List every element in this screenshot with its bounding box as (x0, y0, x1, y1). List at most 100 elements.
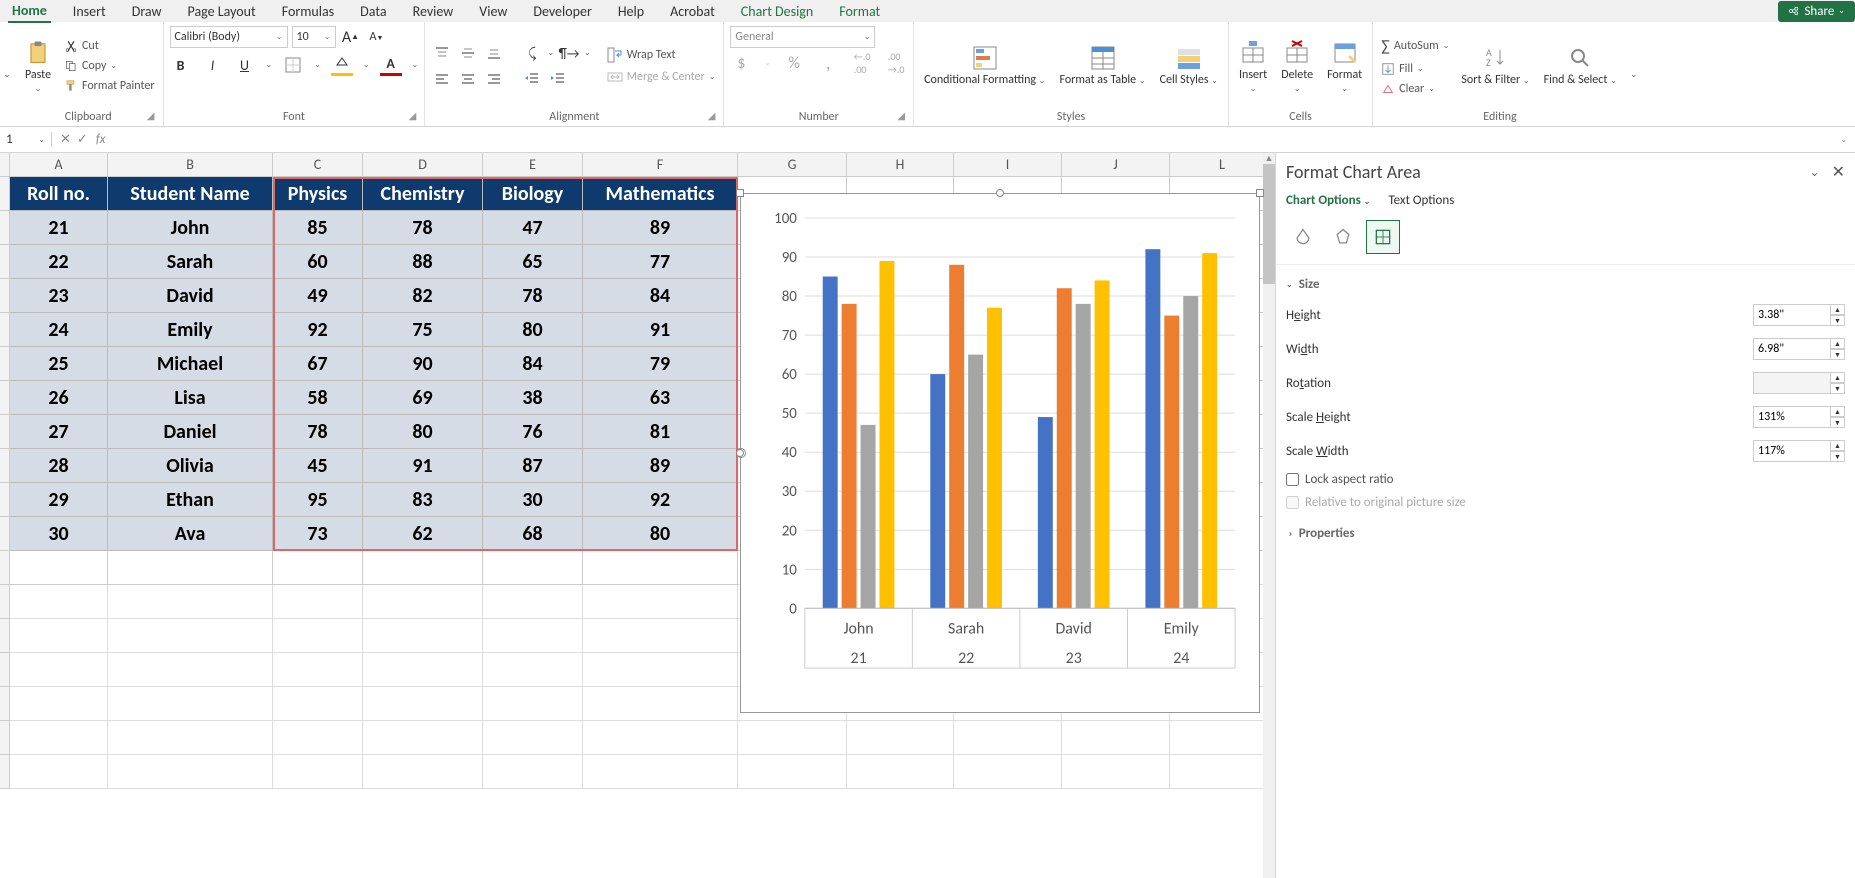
delete-cells-button[interactable]: Delete⌄ (1277, 36, 1317, 96)
sort-filter-button[interactable]: AZSort & Filter ⌄ (1457, 42, 1533, 89)
ribbon-collapse-button[interactable]: ⌄ (1627, 22, 1641, 126)
tab-format[interactable]: Format (835, 1, 884, 22)
decrease-indent-button[interactable] (521, 68, 543, 90)
clipboard-dialog-launcher[interactable]: ◢ (147, 109, 155, 122)
chart-bar[interactable] (1202, 253, 1217, 608)
pane-close-button[interactable]: ✕ (1832, 162, 1845, 182)
copy-button[interactable]: Copy ⌄ (62, 58, 157, 74)
col-header-A[interactable]: A (10, 153, 108, 177)
col-header-E[interactable]: E (483, 153, 583, 177)
col-header-B[interactable]: B (108, 153, 273, 177)
align-left-button[interactable] (431, 68, 453, 90)
italic-button[interactable]: I (202, 54, 224, 76)
rotation-input[interactable] (1753, 372, 1831, 394)
merge-center-button[interactable]: Merge & Center ⌄ (605, 68, 718, 86)
bold-button[interactable]: B (170, 54, 192, 76)
data-cell[interactable]: 26 (10, 381, 108, 415)
chart-bar[interactable] (1183, 296, 1198, 608)
fx-icon[interactable]: fx (96, 132, 112, 147)
scale-height-input[interactable] (1753, 406, 1831, 428)
number-dialog-launcher[interactable]: ◢ (897, 109, 905, 122)
accounting-format-button[interactable]: $ (730, 52, 752, 74)
tab-draw[interactable]: Draw (128, 1, 166, 22)
clear-button[interactable]: Clear ⌄ (1379, 81, 1451, 97)
size-section-toggle[interactable]: ⌄Size (1286, 271, 1845, 298)
data-cell[interactable]: 47 (483, 211, 583, 245)
chart-bar[interactable] (842, 304, 857, 609)
data-cell[interactable]: 38 (483, 381, 583, 415)
data-cell[interactable]: 89 (583, 211, 738, 245)
data-cell[interactable]: 22 (10, 245, 108, 279)
tab-review[interactable]: Review (409, 1, 458, 22)
decrease-font-button[interactable]: A▼ (366, 26, 388, 48)
align-top-button[interactable] (431, 42, 453, 64)
autosum-button[interactable]: ∑ AutoSum ⌄ (1379, 36, 1451, 57)
formula-input[interactable] (111, 127, 1832, 152)
comma-button[interactable]: , (817, 52, 839, 74)
chart-bar[interactable] (879, 261, 894, 608)
data-cell[interactable]: 92 (583, 483, 738, 517)
data-cell[interactable]: John (108, 211, 273, 245)
text-options-tab[interactable]: Text Options (1388, 193, 1454, 208)
col-header-G[interactable]: G (738, 153, 847, 177)
data-cell[interactable]: 58 (273, 381, 363, 415)
data-cell[interactable]: 24 (10, 313, 108, 347)
chart-bar[interactable] (949, 265, 964, 609)
height-input[interactable] (1753, 304, 1831, 326)
data-cell[interactable]: Michael (108, 347, 273, 381)
paste-button[interactable]: Paste ⌄ (20, 36, 56, 96)
align-center-button[interactable] (457, 68, 479, 90)
data-cell[interactable]: 80 (583, 517, 738, 551)
chart-bar[interactable] (968, 355, 983, 609)
font-size-select[interactable]: 10⌄ (292, 26, 336, 48)
data-cell[interactable]: 76 (483, 415, 583, 449)
tab-chart-design[interactable]: Chart Design (737, 1, 817, 22)
data-cell[interactable]: 65 (483, 245, 583, 279)
data-cell[interactable]: 82 (363, 279, 483, 313)
borders-button[interactable] (282, 54, 304, 76)
tab-acrobat[interactable]: Acrobat (666, 1, 719, 22)
header-cell[interactable]: Roll no. (10, 177, 108, 211)
increase-decimal-button[interactable]: ←.0.00 (851, 52, 873, 74)
data-cell[interactable]: 75 (363, 313, 483, 347)
pane-options-dropdown[interactable]: ⌄ (1810, 165, 1820, 180)
data-cell[interactable]: Daniel (108, 415, 273, 449)
data-cell[interactable]: 91 (583, 313, 738, 347)
font-color-button[interactable]: A (380, 54, 402, 76)
data-cell[interactable]: 85 (273, 211, 363, 245)
underline-button[interactable]: U (234, 54, 256, 76)
data-cell[interactable]: 30 (483, 483, 583, 517)
name-box[interactable]: 1⌄ (0, 132, 52, 147)
embedded-chart[interactable]: 0102030405060708090100John21Sarah22David… (740, 193, 1260, 713)
align-right-button[interactable] (483, 68, 505, 90)
data-cell[interactable]: 83 (363, 483, 483, 517)
orientation-button[interactable]: ⤹ (521, 42, 543, 64)
data-cell[interactable]: 28 (10, 449, 108, 483)
increase-indent-button[interactable] (547, 68, 569, 90)
data-cell[interactable]: 25 (10, 347, 108, 381)
header-cell[interactable]: Chemistry (363, 177, 483, 211)
data-cell[interactable]: 30 (10, 517, 108, 551)
lock-aspect-checkbox[interactable]: Lock aspect ratio (1286, 468, 1845, 491)
cut-button[interactable]: Cut (62, 38, 157, 54)
chart-bar[interactable] (1145, 249, 1160, 608)
data-cell[interactable]: 80 (483, 313, 583, 347)
chart-bar[interactable] (1095, 280, 1110, 608)
conditional-formatting-button[interactable]: Conditional Formatting ⌄ (920, 42, 1049, 89)
col-header-L[interactable]: L (1170, 153, 1275, 177)
header-cell[interactable]: Student Name (108, 177, 273, 211)
chart-bar[interactable] (930, 374, 945, 608)
tab-developer[interactable]: Developer (529, 1, 595, 22)
data-cell[interactable]: 78 (273, 415, 363, 449)
cancel-formula-icon[interactable]: ✕ (60, 132, 71, 147)
data-cell[interactable]: 79 (583, 347, 738, 381)
ribbon-leading-dropdown[interactable]: ⌄ (0, 22, 14, 126)
col-header-D[interactable]: D (363, 153, 483, 177)
data-cell[interactable]: 88 (363, 245, 483, 279)
share-button[interactable]: Share ⌄ (1778, 1, 1855, 22)
data-cell[interactable]: 29 (10, 483, 108, 517)
tab-help[interactable]: Help (614, 1, 648, 22)
size-properties-tab[interactable] (1366, 220, 1400, 254)
col-header-F[interactable]: F (583, 153, 738, 177)
chart-bar[interactable] (861, 425, 876, 608)
